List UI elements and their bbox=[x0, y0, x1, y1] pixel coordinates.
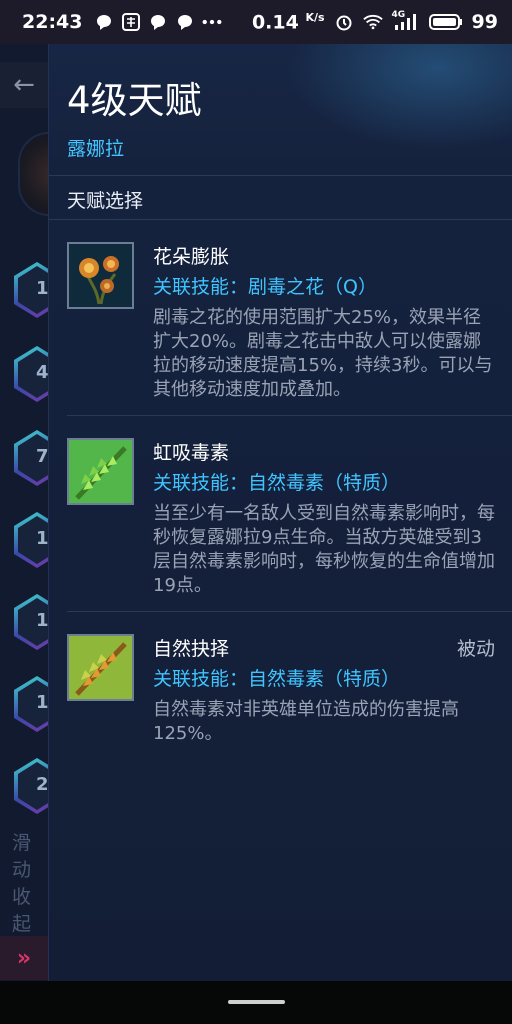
hero-name-link[interactable]: 露娜拉 bbox=[67, 134, 124, 161]
talent-option[interactable]: 虹吸毒素 关联技能：自然毒素（特质） 当至少有一名敌人受到自然毒素影响时，每秒恢… bbox=[67, 438, 495, 598]
collapse-hint[interactable]: 滑动收起 bbox=[12, 830, 36, 938]
double-chevron-right-icon: » bbox=[16, 945, 32, 971]
talent-name: 虹吸毒素 bbox=[153, 442, 230, 464]
talent-passive-tag: 被动 bbox=[456, 638, 495, 660]
chat-bubble-icon bbox=[175, 13, 195, 31]
talent-option[interactable]: 自然抉择 被动 关联技能：自然毒素（特质） 自然毒素对非英雄单位造成的伤害提高1… bbox=[67, 634, 495, 754]
network-speed: 0.14 K/s bbox=[252, 11, 325, 33]
talent-name: 自然抉择 bbox=[153, 638, 230, 660]
talent-skill: 关联技能：自然毒素（特质） bbox=[153, 668, 401, 690]
talent-panel: 4级天赋 露娜拉 天赋选择 花朵膨胀 关联技能：剧毒之花（Q） 剧毒之花的使用范… bbox=[48, 44, 512, 981]
panel-decoration bbox=[262, 44, 512, 164]
more-dots-icon bbox=[202, 13, 222, 31]
talent-option[interactable]: 花朵膨胀 关联技能：剧毒之花（Q） 剧毒之花的使用范围扩大25%，效果半径扩大2… bbox=[67, 242, 495, 402]
expand-button[interactable]: » bbox=[0, 936, 48, 980]
divider bbox=[49, 219, 512, 220]
orange-leaf-toxin-icon bbox=[67, 634, 134, 701]
network-speed-unit: K/s bbox=[305, 10, 325, 24]
wifi-icon bbox=[362, 13, 383, 31]
talent-description: 自然毒素对非英雄单位造成的伤害提高125%。 bbox=[153, 699, 459, 744]
poison-flower-icon bbox=[67, 242, 134, 309]
alarm-icon bbox=[334, 13, 354, 31]
green-leaf-toxin-icon bbox=[67, 438, 134, 505]
signal-icon: 4G bbox=[391, 9, 420, 31]
talent-name: 花朵膨胀 bbox=[153, 246, 230, 268]
chat-bubble-icon bbox=[148, 13, 168, 31]
talent-skill: 关联技能：剧毒之花（Q） bbox=[153, 276, 377, 298]
battery-icon bbox=[428, 13, 463, 31]
arrow-left-icon: ← bbox=[13, 70, 35, 100]
level-badge-label: 1 bbox=[36, 278, 49, 299]
divider bbox=[67, 611, 512, 612]
status-time: 22:43 bbox=[22, 11, 83, 33]
home-gesture-handle[interactable] bbox=[228, 1000, 285, 1004]
back-button[interactable]: ← bbox=[0, 62, 48, 108]
level-badge-label: 7 bbox=[36, 446, 49, 467]
divider bbox=[49, 175, 512, 176]
status-bar: 22:43 0.14 K/s 4G 99 bbox=[0, 0, 512, 44]
payment-app-icon bbox=[121, 13, 141, 31]
network-speed-value: 0.14 bbox=[251, 11, 299, 34]
talent-description: 当至少有一名敌人受到自然毒素影响时，每秒恢复露娜拉9点生命。当敌方英雄受到3层自… bbox=[153, 503, 495, 596]
divider bbox=[67, 415, 512, 416]
talent-skill: 关联技能：自然毒素（特质） bbox=[153, 472, 401, 494]
section-label: 天赋选择 bbox=[67, 190, 144, 212]
battery-level: 99 bbox=[471, 10, 498, 33]
panel-title: 4级天赋 bbox=[67, 79, 202, 122]
chat-bubble-icon bbox=[94, 13, 114, 31]
level-badge-label: 4 bbox=[36, 362, 49, 383]
network-type: 4G bbox=[391, 9, 406, 20]
talent-description: 剧毒之花的使用范围扩大25%，效果半径扩大20%。剧毒之花击中敌人可以使露娜拉的… bbox=[153, 307, 493, 400]
